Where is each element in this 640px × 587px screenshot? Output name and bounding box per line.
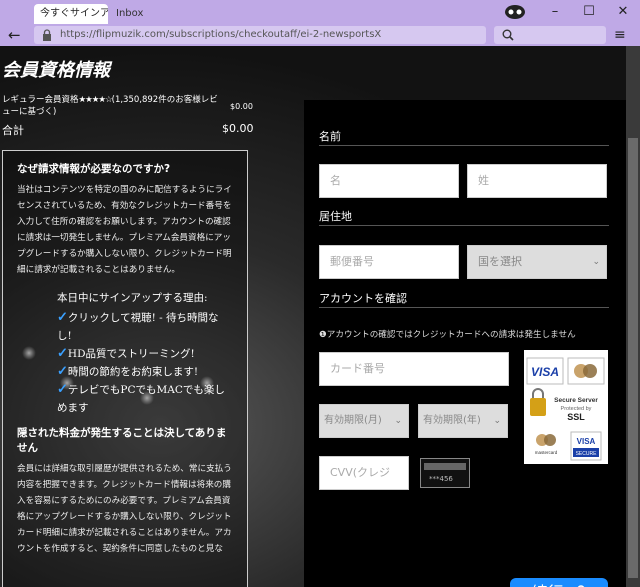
account-section-title: アカウントを確認: [319, 292, 407, 305]
no-hidden-fees-text: 会員には詳細な取引履歴が提供されるため、常に支払う内容を把握できます。クレジット…: [17, 464, 232, 554]
postal-code-field[interactable]: 郵便番号: [319, 245, 459, 279]
card-stripe: [424, 463, 466, 470]
minimize-button[interactable]: –: [538, 0, 572, 24]
name-section-title: 名前: [319, 130, 341, 143]
reason-item: ✓HD品質でストリーミング!: [57, 346, 195, 361]
billing-info-box: なぜ請求情報が必要なのですか? 当社はコンテンツを特定の国のみに配信するようにラ…: [2, 150, 248, 587]
divider: [319, 145, 609, 146]
last-name-field[interactable]: 姓: [467, 164, 607, 198]
first-name-field[interactable]: 名: [319, 164, 459, 198]
plan-price: $0.00: [230, 102, 253, 111]
exp-year-select[interactable]: 有効期限(年) ⌄: [418, 404, 508, 438]
exp-month-value: 有効期限(月): [324, 415, 382, 426]
chevron-down-icon: ⌄: [394, 416, 402, 426]
total-label: 合計: [2, 124, 24, 137]
total-value: $0.00: [222, 122, 254, 135]
cvv-sample-number: ***456: [429, 475, 453, 483]
card-number-field[interactable]: カード番号: [319, 352, 509, 386]
payment-badges-graphic: VISA Secure Server Protected by SSL mast…: [526, 357, 605, 461]
signup-reasons: 本日中にサインアップする理由: ✓クリックして視聴! - 待ち時間なし! ✓HD…: [57, 290, 233, 417]
tab-signup[interactable]: 今すぐサインアップ: [34, 4, 108, 24]
chevron-down-icon: ⌄: [493, 416, 501, 426]
secure-server-text: Secure Server: [554, 397, 598, 404]
ssl-text: SSL: [567, 412, 585, 422]
no-hidden-fees-title: 隠された料金が発生することは決してありません: [17, 427, 227, 454]
tab-inbox[interactable]: Inbox: [110, 4, 170, 24]
visa-secure-sub-text: SECURE: [576, 451, 598, 457]
visa-secure-text: VISA: [577, 437, 596, 446]
checkmark-icon: ✓: [57, 382, 68, 397]
chevron-down-icon: ⌄: [592, 257, 600, 267]
why-billing-text: 当社はコンテンツを特定の国のみに配信するようにライセンスされているため、有効なク…: [17, 185, 232, 275]
exp-month-select[interactable]: 有効期限(月) ⌄: [319, 404, 409, 438]
plan-name: レギュラー会員資格: [2, 95, 79, 105]
scrollbar-thumb[interactable]: [628, 138, 638, 578]
search-field[interactable]: [494, 26, 606, 44]
private-mask-icon[interactable]: [504, 4, 526, 20]
back-arrow-icon[interactable]: ←: [8, 25, 21, 45]
reasons-title: 本日中にサインアップする理由:: [57, 292, 208, 304]
why-billing-title: なぜ請求情報が必要なのですか?: [17, 163, 171, 175]
divider: [319, 307, 609, 308]
tab-bar: 今すぐサインアップ Inbox – ☐ ✕: [0, 0, 640, 24]
divider: [319, 225, 609, 226]
maximize-button[interactable]: ☐: [572, 0, 606, 24]
payment-badges: VISA Secure Server Protected by SSL mast…: [524, 350, 608, 464]
reason-item: ✓クリックして視聴! - 待ち時間なし!: [57, 310, 219, 342]
address-bar-row: ← https://flipmuzik.com/subscriptions/ch…: [0, 24, 640, 46]
reason-item: ✓時間の節約をお約束します!: [57, 364, 199, 379]
continue-label: 続行: [531, 583, 563, 587]
address-section-title: 居住地: [319, 210, 352, 223]
checkmark-icon: ✓: [57, 346, 68, 361]
search-icon: [502, 29, 514, 41]
cvv-field[interactable]: CVV(クレジ: [319, 456, 409, 490]
url-text: https://flipmuzik.com/subscriptions/chec…: [60, 29, 382, 40]
checkmark-icon: ✓: [57, 310, 68, 325]
plan-description: レギュラー会員資格★★★★☆(1,350,892件のお客様レビューに基づく): [2, 94, 224, 118]
close-button[interactable]: ✕: [606, 0, 640, 24]
page-content: 会員資格情報 レギュラー会員資格★★★★☆(1,350,892件のお客様レビュー…: [0, 46, 640, 587]
mastercard-text: mastercard: [535, 450, 558, 455]
lock-icon: [43, 29, 51, 41]
visa-badge-text: VISA: [531, 365, 559, 379]
checkmark-icon: ✓: [57, 364, 68, 379]
url-field[interactable]: https://flipmuzik.com/subscriptions/chec…: [34, 26, 486, 44]
exp-year-value: 有効期限(年): [423, 415, 481, 426]
info-icon: ❶: [319, 330, 327, 340]
country-select[interactable]: 国を選択 ⌄: [467, 245, 607, 279]
page-title: 会員資格情報: [2, 60, 110, 81]
billing-form-panel: 名前 名 姓 居住地 郵便番号 国を選択 ⌄ アカウントを確認 ❶アカウントの確…: [304, 100, 626, 587]
account-note: ❶アカウントの確認ではクレジットカードへの請求は発生しません: [319, 330, 576, 340]
continue-button[interactable]: 続行: [510, 578, 608, 587]
rating-stars: ★★★★☆: [78, 95, 113, 105]
cvv-card-image: ***456: [420, 458, 470, 488]
hamburger-menu-icon[interactable]: ≡: [614, 27, 626, 43]
reason-item: ✓テレビでもPCでもMACでも楽しめます: [57, 382, 225, 414]
country-select-value: 国を選択: [478, 255, 522, 268]
